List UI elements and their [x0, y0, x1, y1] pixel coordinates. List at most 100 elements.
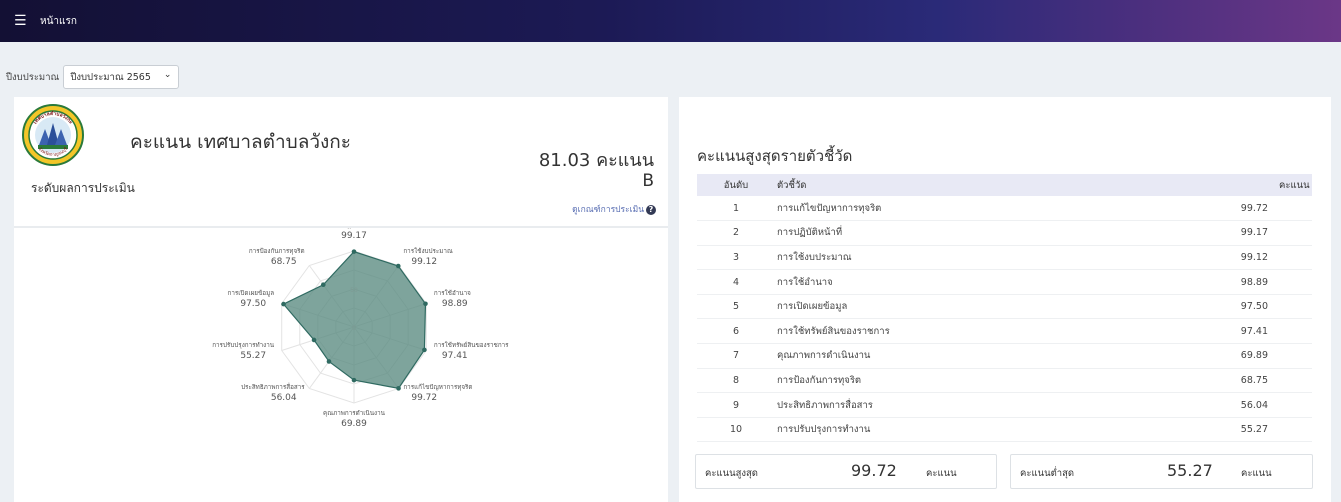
row-rank: 6 [697, 318, 775, 345]
radar-data-point [351, 377, 357, 383]
max-score-unit: คะแนน [926, 468, 957, 479]
radar-data-point [311, 337, 317, 343]
row-indicator: การปฏิบัติหน้าที่ [775, 220, 1165, 246]
row-indicator: การใช้ทรัพย์สินของราชการ [775, 318, 1165, 345]
row-score: 68.75 [1165, 368, 1312, 394]
row-rank: 2 [697, 220, 775, 246]
row-indicator: ประสิทธิภาพการสื่อสาร [775, 392, 1165, 418]
radar-data-point [281, 301, 286, 307]
radar-axis-label: การใช้งบประมาณ [403, 247, 453, 255]
row-rank: 9 [697, 392, 775, 418]
min-score-box: คะแนนต่ำสุด 55.27 คะแนน [1010, 454, 1313, 489]
row-score: 99.12 [1165, 245, 1312, 271]
row-indicator: การเปิดเผยข้อมูล [775, 294, 1165, 320]
table-row: 4 การใช้อำนาจ 98.89 [697, 269, 1312, 295]
radar-value-label: 69.89 [341, 419, 367, 429]
row-rank: 8 [697, 368, 775, 394]
menu-icon[interactable]: ☰ [14, 13, 32, 29]
radar-axis-label: การแก้ไขปัญหาการทุจริต [403, 383, 472, 391]
radar-data-point [423, 301, 428, 307]
criteria-link-text: ดูเกณฑ์การประเมิน [572, 205, 644, 215]
table-row: 3 การใช้งบประมาณ 99.12 [697, 245, 1312, 271]
fiscal-year-label: ปีงบประมาณ [6, 71, 60, 83]
radar-axis-label: การป้องกันการทุจริต [249, 247, 305, 255]
min-score-value: 55.27 [1167, 461, 1213, 480]
ranking-table: อันดับ ตัวชี้วัด คะแนน 1 การแก้ไขปัญหาการ… [697, 174, 1312, 443]
row-score: 55.27 [1165, 417, 1312, 443]
chevron-down-icon: ⌄ [163, 70, 172, 80]
radar-data-point [395, 263, 401, 269]
min-score-unit: คะแนน [1241, 468, 1272, 479]
row-indicator: การใช้อำนาจ [775, 269, 1165, 295]
radar-value-label: 99.17 [341, 231, 367, 241]
row-score: 98.89 [1165, 269, 1312, 295]
assessment-level-label: ระดับผลการประเมิน [31, 181, 135, 195]
row-rank: 3 [697, 245, 775, 271]
row-indicator: การใช้งบประมาณ [775, 245, 1165, 271]
ranking-title: คะแนนสูงสุดรายตัวชี้วัด [697, 147, 853, 165]
row-rank: 10 [697, 417, 775, 443]
radar-value-label: 56.04 [271, 393, 297, 403]
ranking-table-body: 1 การแก้ไขปัญหาการทุจริต 99.72 2 การปฏิบัติห… [697, 196, 1312, 443]
radar-axis-label: ประสิทธิภาพการสื่อสาร [241, 382, 305, 391]
row-score: 97.41 [1165, 318, 1312, 345]
fiscal-year-filter: ปีงบประมาณ ปีงบประมาณ 2565 ⌄ [6, 65, 180, 89]
assessment-grade: B [642, 171, 654, 191]
total-score: 81.03 คะแนน [538, 150, 654, 171]
radar-scale-label: 0 [352, 325, 356, 332]
row-indicator: การแก้ไขปัญหาการทุจริต [775, 196, 1165, 222]
row-score: 56.04 [1165, 392, 1312, 418]
table-row: 5 การเปิดเผยข้อมูล 97.50 [697, 294, 1312, 320]
radar-value-label: 99.12 [411, 257, 437, 267]
fiscal-year-select[interactable]: ปีงบประมาณ 2565 ⌄ [63, 65, 180, 89]
radar-value-label: 97.41 [442, 351, 468, 361]
row-indicator: การปรับปรุงการทำงาน [775, 417, 1165, 443]
max-score-box: คะแนนสูงสุด 99.72 คะแนน [695, 454, 997, 489]
header-score: คะแนน [1279, 179, 1310, 191]
radar-axis-label: การใช้ทรัพย์สินของราชการ [434, 341, 509, 349]
info-circle-icon: ? [646, 205, 656, 215]
radar-value-label: 55.27 [240, 351, 266, 361]
municipality-logo: เทศบาลตำบลวังกะ จังหวัดกาญจนบุรี [22, 104, 84, 166]
radar-axis-label: การเปิดเผยข้อมูล [228, 289, 275, 297]
max-score-value: 99.72 [851, 461, 897, 480]
page-title: หน้าแรก [40, 15, 77, 27]
row-indicator: คุณภาพการดำเนินงาน [775, 343, 1165, 369]
score-summary-panel: เทศบาลตำบลวังกะ จังหวัดกาญจนบุรี คะแนน เ… [14, 97, 668, 502]
row-score: 99.17 [1165, 220, 1312, 246]
table-row: 2 การปฏิบัติหน้าที่ 99.17 [697, 220, 1312, 246]
row-score: 69.89 [1165, 343, 1312, 369]
fiscal-year-selected: ปีงบประมาณ 2565 [70, 71, 151, 83]
row-rank: 1 [697, 196, 775, 222]
table-row: 10 การปรับปรุงการทำงาน 55.27 [697, 417, 1312, 443]
top-navbar: ☰ หน้าแรก [0, 0, 1341, 42]
radar-axis-label: การใช้อำนาจ [434, 289, 471, 297]
ranking-panel: คะแนนสูงสุดรายตัวชี้วัด อันดับ ตัวชี้วัด… [679, 97, 1331, 502]
radar-data-point [326, 359, 332, 364]
row-score: 99.72 [1165, 196, 1312, 222]
max-score-label: คะแนนสูงสุด [705, 468, 758, 479]
min-score-label: คะแนนต่ำสุด [1020, 468, 1075, 479]
row-indicator: การป้องกันการทุจริต [775, 368, 1165, 394]
table-row: 9 ประสิทธิภาพการสื่อสาร 56.04 [697, 392, 1312, 418]
table-row: 7 คุณภาพการดำเนินงาน 69.89 [697, 343, 1312, 369]
criteria-link[interactable]: ดูเกณฑ์การประเมิน? [572, 202, 656, 216]
row-rank: 5 [697, 294, 775, 320]
radar-value-label: 99.72 [411, 393, 437, 403]
header-indicator: ตัวชี้วัด [777, 179, 807, 191]
radar-axis-label: คุณภาพการดำเนินงาน [323, 409, 386, 417]
org-score-title: คะแนน เทศบาลตำบลวังกะ [130, 131, 351, 153]
row-score: 97.50 [1165, 294, 1312, 320]
radar-axis-label: การปฏิบัติหน้าที่ [332, 228, 375, 229]
radar-data-point [396, 386, 401, 391]
radar-value-label: 98.89 [442, 299, 468, 309]
radar-axis-label: การปรับปรุงการทำงาน [212, 342, 275, 349]
radar-scale-label: 50 [350, 287, 358, 294]
radar-value-label: 97.50 [240, 299, 266, 309]
table-row: 8 การป้องกันการทุจริต 68.75 [697, 368, 1312, 394]
row-rank: 4 [697, 269, 775, 295]
radar-data-point [351, 249, 357, 254]
table-header-row: อันดับ ตัวชี้วัด คะแนน [697, 174, 1312, 196]
radar-data-point [422, 347, 427, 353]
row-rank: 7 [697, 343, 775, 369]
